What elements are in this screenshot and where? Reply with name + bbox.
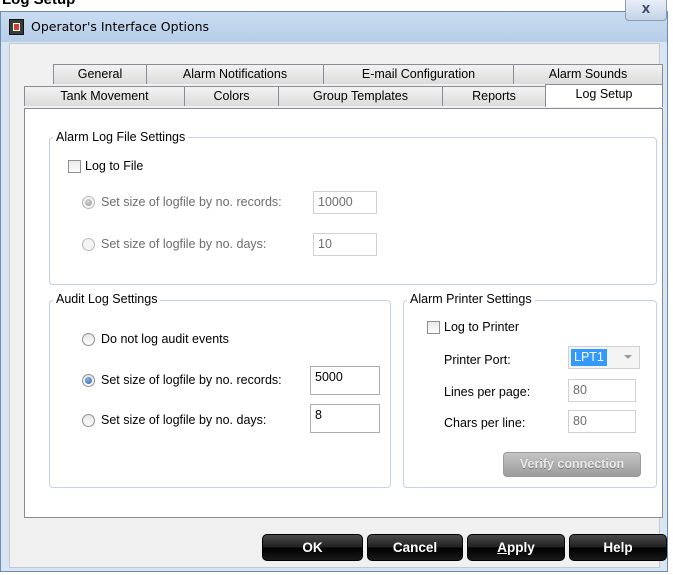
help-button[interactable]: Help: [569, 534, 667, 561]
alarm-days-field[interactable]: 10: [313, 233, 377, 256]
apply-button[interactable]: Apply: [467, 534, 565, 561]
lines-per-page-label: Lines per page:: [444, 385, 531, 399]
apply-label-rest: pply: [506, 540, 535, 555]
apply-mnemonic: A: [497, 540, 507, 555]
tab-log-setup[interactable]: Log Setup: [545, 84, 663, 107]
close-button[interactable]: X: [625, 0, 667, 21]
log-to-printer-checkbox[interactable]: [427, 321, 440, 334]
app-icon: [9, 19, 24, 35]
tab-tank-movement[interactable]: Tank Movement: [24, 86, 185, 106]
chars-per-line-field[interactable]: 80: [568, 410, 636, 433]
tab-alarm-notifications[interactable]: Alarm Notifications: [146, 64, 324, 84]
window-title: Operator's Interface Options: [31, 19, 210, 34]
audit-log-group-title: Audit Log Settings: [53, 292, 161, 306]
audit-by-records-radio[interactable]: [82, 374, 95, 387]
chars-per-line-label: Chars per line:: [444, 416, 526, 430]
audit-by-days-label: Set size of logfile by no. days:: [101, 413, 267, 427]
alarm-by-days-label: Set size of logfile by no. days:: [101, 237, 267, 251]
cancel-button[interactable]: Cancel: [367, 534, 463, 561]
lines-per-page-field[interactable]: 80: [568, 379, 636, 402]
printer-group-title: Alarm Printer Settings: [407, 292, 535, 306]
verify-connection-button[interactable]: Verify connection: [503, 452, 641, 477]
printer-port-value: LPT1: [571, 349, 607, 366]
audit-do-not-log-radio[interactable]: [82, 333, 95, 346]
alarm-by-records-label: Set size of logfile by no. records:: [101, 195, 282, 209]
printer-port-select[interactable]: LPT1: [568, 346, 640, 369]
tab-alarm-sounds[interactable]: Alarm Sounds: [513, 64, 663, 84]
tab-group-templates[interactable]: Group Templates: [278, 86, 443, 106]
log-setup-panel: Alarm Log File Settings Log to File Set …: [24, 108, 663, 518]
audit-do-not-log-label: Do not log audit events: [101, 332, 229, 346]
tab-general[interactable]: General: [53, 64, 147, 84]
ok-button[interactable]: OK: [262, 534, 363, 561]
log-to-printer-label: Log to Printer: [444, 320, 520, 334]
chevron-down-icon: [624, 355, 632, 359]
log-to-file-checkbox[interactable]: [68, 160, 81, 173]
audit-by-records-label: Set size of logfile by no. records:: [101, 373, 282, 387]
audit-records-field[interactable]: 5000: [310, 366, 380, 395]
clipped-heading: Log Setup: [2, 0, 75, 8]
alarm-by-days-radio[interactable]: [82, 238, 95, 251]
alarm-log-group-title: Alarm Log File Settings: [53, 130, 189, 144]
audit-days-field[interactable]: 8: [310, 404, 380, 433]
tab-colors[interactable]: Colors: [184, 86, 279, 106]
tab-reports[interactable]: Reports: [442, 86, 546, 106]
log-to-file-label: Log to File: [85, 159, 144, 173]
tab-email-configuration[interactable]: E-mail Configuration: [323, 64, 514, 84]
audit-by-days-radio[interactable]: [82, 414, 95, 427]
alarm-by-records-radio[interactable]: [82, 196, 95, 209]
printer-port-label: Printer Port:: [444, 353, 511, 367]
alarm-records-field[interactable]: 10000: [313, 191, 377, 214]
